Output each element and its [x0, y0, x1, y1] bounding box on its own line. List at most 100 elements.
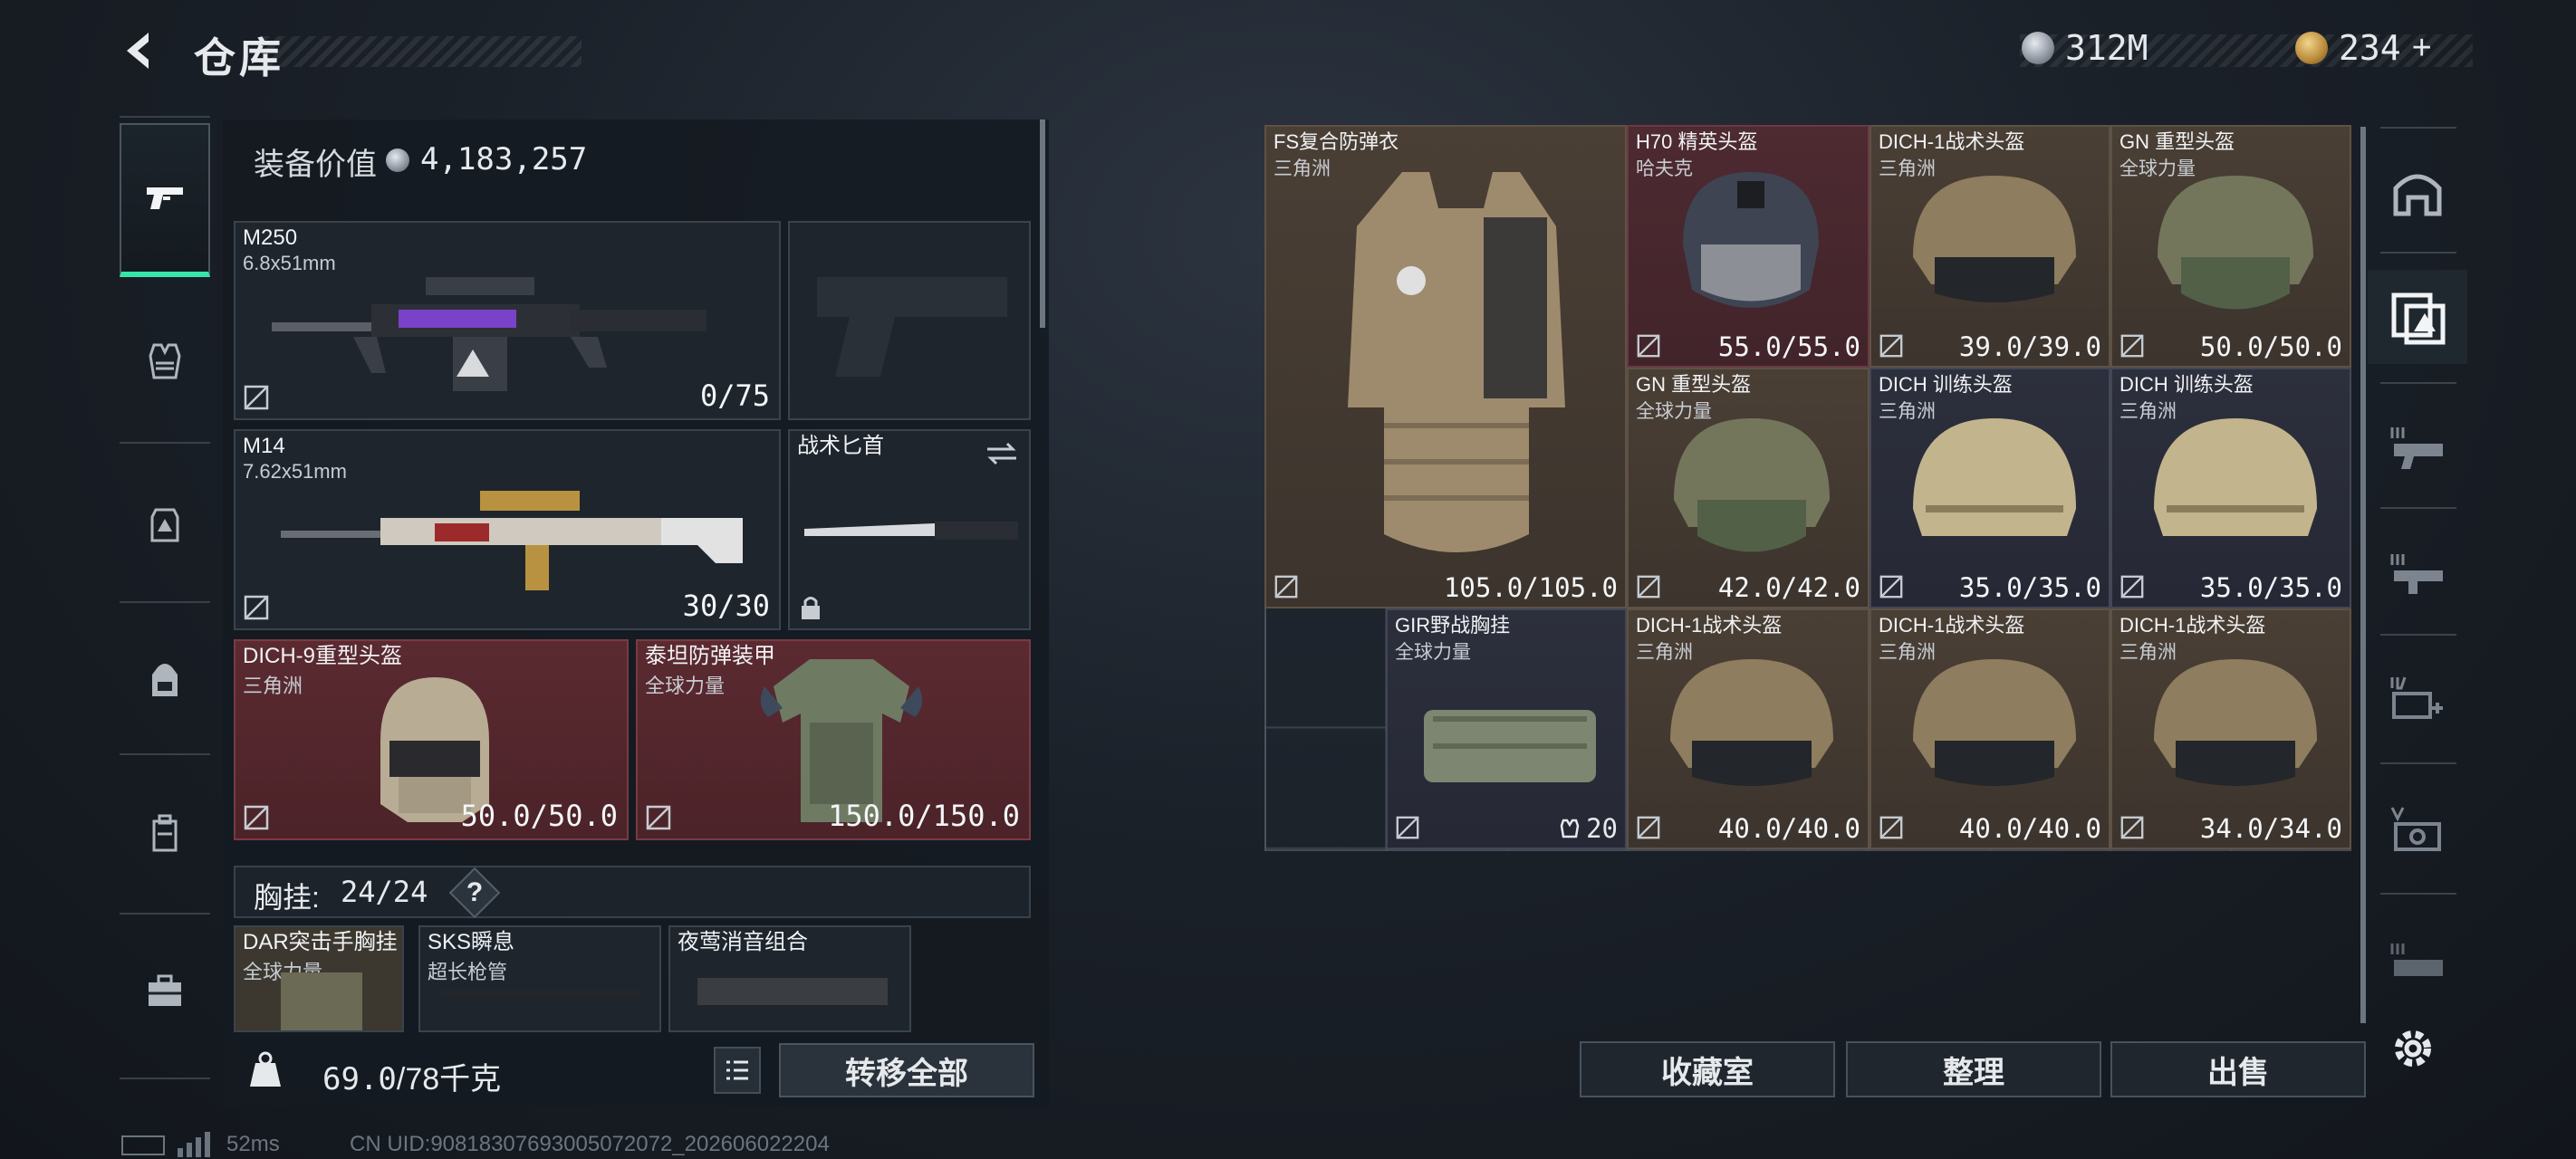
nav-chest-rig[interactable]: [120, 447, 210, 601]
storage-item-helmet[interactable]: GN 重型头盔 全球力量 42.0/42.0: [1627, 368, 1870, 608]
item-durability: 40.0/40.0: [1717, 813, 1860, 844]
nav-tier-5-case[interactable]: [2368, 782, 2467, 876]
add-currency-icon[interactable]: +: [2412, 29, 2432, 68]
helmet-durability: 50.0/50.0: [460, 799, 618, 833]
barrel-image: [438, 989, 647, 998]
helmet-name: DICH-9重型头盔: [243, 644, 403, 668]
dich-training-helmet-image: [1913, 418, 2076, 536]
storage-item-helmet[interactable]: GN 重型头盔 全球力量 50.0/50.0: [2110, 125, 2351, 368]
toolbox-icon: [149, 974, 181, 1006]
item-name: DICH 训练头盔: [1879, 373, 2013, 396]
carry-weight-value: 69.0: [322, 1061, 397, 1097]
gn-heavy-helmet-image: [1674, 418, 1830, 552]
back-arrow-icon[interactable]: [116, 27, 163, 74]
nav-case[interactable]: [120, 757, 210, 911]
storage-item-chest-rig[interactable]: GIR野战胸挂 全球力量 20: [1386, 608, 1627, 849]
settings-gear-icon[interactable]: [2386, 1021, 2440, 1076]
storage-item-helmet[interactable]: DICH 训练头盔 三角洲 35.0/35.0: [2110, 368, 2351, 608]
nav-divider: [2380, 893, 2456, 895]
nav-divider: [2380, 634, 2456, 636]
nav-divider: [120, 116, 210, 118]
backpack-icon: [152, 664, 178, 696]
list-view-button[interactable]: [714, 1047, 761, 1094]
case-icon: [152, 814, 178, 852]
storage-item-helmet[interactable]: DICH-1战术头盔 三角洲 40.0/40.0: [1627, 608, 1870, 849]
storage-item-helmet[interactable]: DICH-1战术头盔 三角洲 34.0/34.0: [2110, 608, 2351, 849]
collection-room-button[interactable]: 收藏室: [1580, 1041, 1835, 1097]
item-durability: 42.0/42.0: [1717, 572, 1860, 603]
attachment-name: 夜莺消音组合: [678, 930, 808, 954]
melee-name: 战术匕首: [797, 434, 884, 458]
nav-stash[interactable]: [2368, 145, 2467, 239]
chest-rig-image: [281, 972, 362, 1030]
untradeable-icon: [1879, 575, 1903, 599]
untradeable-icon: [1879, 816, 1903, 839]
gir-chest-rig-image: [1424, 710, 1596, 782]
title-decoration: [263, 36, 582, 67]
list-icon: [726, 1060, 748, 1080]
slot-helmet[interactable]: DICH-9重型头盔 三角洲 50.0/50.0: [234, 639, 629, 840]
attachment-chest-rig[interactable]: DAR突击手胸挂 全球力量: [234, 925, 404, 1032]
nav-weapons[interactable]: [120, 123, 210, 277]
storage-item-helmet[interactable]: DICH-1战术头盔 三角洲 39.0/39.0: [1870, 125, 2110, 368]
nav-tier-3-weapons-2[interactable]: [2368, 525, 2467, 619]
loadout-scrollbar[interactable]: [1040, 120, 1045, 328]
item-name: DICH-1战术头盔: [1879, 614, 2025, 637]
silver-coin-icon: [386, 148, 409, 172]
item-faction: 全球力量: [1395, 642, 1471, 663]
untradeable-icon: [244, 805, 269, 830]
untradeable-icon: [646, 805, 671, 830]
equipment-value-label: 装备价值: [254, 148, 377, 182]
item-name: DICH 训练头盔: [2119, 373, 2254, 396]
slot-body-armor[interactable]: 泰坦防弹装甲 全球力量 150.0/150.0: [636, 639, 1031, 840]
help-icon[interactable]: ?: [457, 875, 493, 911]
m250-rifle-icon: [272, 277, 706, 391]
swap-icon[interactable]: [984, 440, 1020, 467]
nav-divider: [2380, 762, 2456, 764]
slot-primary-weapon[interactable]: M250 6.8x51mm 0/75: [234, 221, 781, 420]
h70-helmet-image: [1683, 172, 1819, 308]
currency-silver: 312M: [2022, 24, 2148, 72]
storage-item-helmet[interactable]: DICH-1战术头盔 三角洲 40.0/40.0: [1870, 608, 2110, 849]
item-capacity-value: 20: [1586, 813, 1618, 844]
currency-silver-value: 312M: [2065, 28, 2148, 68]
nav-filter[interactable]: [2368, 270, 2467, 364]
slot-melee[interactable]: 战术匕首: [788, 429, 1031, 630]
nav-toolbox[interactable]: [120, 915, 210, 1068]
slot-secondary-weapon[interactable]: M14 7.62x51mm 30/30: [234, 429, 781, 630]
nav-backpack[interactable]: [120, 603, 210, 757]
nav-divider: [2380, 507, 2456, 509]
item-durability: 40.0/40.0: [1958, 813, 2101, 844]
carry-weight-max: /78千克: [396, 1062, 502, 1097]
transfer-all-button[interactable]: 转移全部: [779, 1043, 1034, 1097]
item-name: GN 重型头盔: [2119, 130, 2235, 153]
untradeable-icon: [244, 385, 269, 410]
storage-item-body-armor[interactable]: FS复合防弹衣 三角洲 105.0/105.0: [1264, 125, 1627, 608]
slot-pistol-empty[interactable]: [788, 221, 1031, 420]
attachment-barrel[interactable]: SKS瞬息 超长枪管: [418, 925, 661, 1032]
gn-heavy-helmet-image: [2158, 176, 2313, 310]
currency-gold[interactable]: 234 +: [2295, 24, 2432, 72]
weapon-ammo: 30/30: [682, 589, 770, 623]
nav-tier-3-weapons[interactable]: [2368, 398, 2467, 493]
nav-divider: [120, 1078, 210, 1079]
nav-armor[interactable]: [120, 284, 210, 438]
untradeable-icon: [2120, 334, 2144, 358]
attachment-suppressor[interactable]: 夜莺消音组合: [668, 925, 911, 1032]
nav-tier-3-misc[interactable]: [2368, 915, 2467, 1009]
storage-scrollbar[interactable]: [2360, 127, 2366, 1023]
lock-icon: [802, 597, 820, 619]
untradeable-icon: [1637, 816, 1660, 839]
item-durability: 50.0/50.0: [2199, 331, 2342, 362]
user-uid: CN UID:90818307693005072072_202606022204: [350, 1132, 830, 1156]
storage-item-helmet[interactable]: DICH 训练头盔 三角洲 35.0/35.0: [1870, 368, 2110, 608]
organize-button[interactable]: 整理: [1846, 1041, 2101, 1097]
attachment-name: DAR突击手胸挂: [243, 930, 398, 954]
item-durability: 34.0/34.0: [2199, 813, 2342, 844]
storage-item-helmet[interactable]: H70 精英头盔 哈夫克 55.0/55.0: [1627, 125, 1870, 368]
sell-button[interactable]: 出售: [2110, 1041, 2366, 1097]
nav-divider: [120, 442, 210, 444]
nav-tier-4-medical[interactable]: [2368, 652, 2467, 746]
untradeable-icon: [2120, 816, 2144, 839]
untradeable-icon: [1637, 334, 1660, 358]
